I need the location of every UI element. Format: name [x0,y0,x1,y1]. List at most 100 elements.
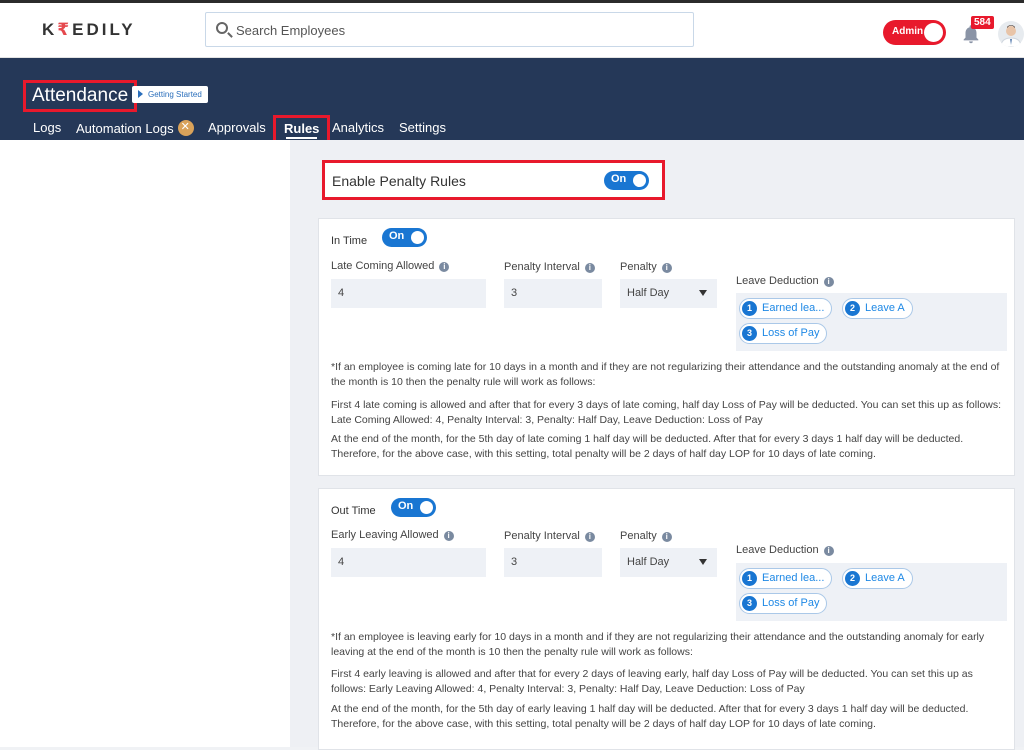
out-time-note-example: *If an employee is leaving early for 10 … [331,631,985,658]
info-icon[interactable]: i [584,263,595,273]
toggle-state-label: On [611,173,627,185]
info-icon[interactable]: i [823,546,834,556]
penalty-select[interactable]: Half Day [620,279,717,308]
tab-logs[interactable]: Logs [33,120,61,135]
leave-chip[interactable]: 3 Loss of Pay [739,593,828,614]
leave-deduction-label: Leave Deduction i [736,544,834,556]
tab-bar: Logs Automation Logs Approvals Rules Ana… [0,115,600,145]
late-coming-allowed-input[interactable]: 4 [331,279,486,308]
chip-label: Earned lea... [762,302,825,314]
chip-order-number: 3 [742,596,757,611]
search-icon [216,22,228,34]
chip-label: Loss of Pay [762,327,820,339]
toggle-knob [420,501,433,514]
label-text: Penalty Interval [504,530,580,542]
chip-label: Loss of Pay [762,597,820,609]
page-banner: Attendance Getting Started Logs Automati… [0,58,1024,145]
tab-approvals[interactable]: Approvals [208,120,266,135]
in-time-note-example: *If an employee is coming late for 10 da… [331,361,1000,388]
search-employees-input[interactable] [236,19,676,41]
logo-text-k: K [42,20,58,39]
page-title: Attendance [23,80,138,112]
late-coming-allowed-label: Late Coming Allowed i [331,260,450,272]
leave-chip[interactable]: 1 Earned lea... [739,298,833,319]
info-icon[interactable]: i [443,531,454,541]
info-icon[interactable]: i [584,532,595,542]
info-icon[interactable]: i [439,262,450,272]
penalty-selected-value: Half Day [627,287,670,299]
chip-order-number: 3 [742,326,757,341]
chip-label: Leave A [865,572,905,584]
info-icon[interactable]: i [661,532,672,542]
admin-toggle-label: Admin [892,26,924,37]
label-text: Penalty [620,530,657,542]
out-time-note-result: At the end of the month, for the 5th day… [331,703,969,730]
in-time-toggle[interactable]: On [382,228,427,247]
info-icon[interactable]: i [823,277,834,287]
leave-chip[interactable]: 1 Earned lea... [739,568,833,589]
app-header: K₹EDILY Admin 584 [0,3,1024,58]
out-time-toggle[interactable]: On [391,498,436,517]
penalty-selected-value: Half Day [627,556,670,568]
label-text: Penalty [620,261,657,273]
search-box[interactable] [205,12,694,47]
enable-penalty-label: Enable Penalty Rules [332,173,466,189]
leave-chip[interactable]: 3 Loss of Pay [739,323,828,344]
toggle-state-label: On [389,230,405,242]
chip-order-number: 2 [845,571,860,586]
notification-badge: 584 [971,16,994,29]
out-time-card: Out Time On Early Leaving Allowed i 4 Pen… [318,488,1015,750]
leave-deduction-chips[interactable]: 1 Earned lea... 2 Leave A 3 Loss of Pay [736,293,1007,351]
tab-automation-logs[interactable]: Automation Logs [76,120,194,136]
penalty-interval-label: Penalty Interval i [504,261,595,273]
label-text: Penalty Interval [504,261,580,273]
leave-deduction-label: Leave Deduction i [736,275,834,287]
logo-rupee: ₹ [57,20,73,39]
label-text: Leave Deduction [736,275,819,287]
penalty-label: Penalty i [620,530,672,542]
early-leaving-allowed-label: Early Leaving Allowed i [331,529,454,541]
tab-rules-label: Rules [284,121,320,136]
enable-penalty-rules-row: Enable Penalty Rules On [322,160,665,200]
label-text: Leave Deduction [736,544,819,556]
chip-order-number: 2 [845,301,860,316]
play-icon [138,90,143,98]
leave-chip[interactable]: 2 Leave A [842,298,913,319]
toggle-state-label: On [398,500,414,512]
info-icon[interactable]: i [661,263,672,273]
penalty-interval-input[interactable]: 3 [504,279,602,308]
admin-toggle-knob [924,23,943,42]
getting-started-label: Getting Started [148,90,202,99]
in-time-card: In Time On Late Coming Allowed i 4 Penalt… [318,218,1015,476]
kredily-logo[interactable]: K₹EDILY [42,20,136,40]
leave-deduction-chips[interactable]: 1 Earned lea... 2 Leave A 3 Loss of Pay [736,563,1007,621]
early-leaving-allowed-input[interactable]: 4 [331,548,486,577]
getting-started-button[interactable]: Getting Started [132,86,208,103]
out-time-note-setup: First 4 early leaving is allowed and aft… [331,668,973,695]
automation-tools-icon [177,120,194,136]
admin-toggle[interactable]: Admin [883,20,946,45]
enable-penalty-toggle[interactable]: On [604,171,649,190]
penalty-select[interactable]: Half Day [620,548,717,577]
tab-analytics[interactable]: Analytics [332,120,384,135]
in-time-title: In Time [331,235,368,247]
avatar-person-icon [1000,25,1022,47]
penalty-interval-label: Penalty Interval i [504,530,595,542]
penalty-interval-input[interactable]: 3 [504,548,602,577]
in-time-note-setup: First 4 late coming is allowed and after… [331,399,1002,426]
logo-text-edily: EDILY [72,20,136,39]
tab-settings[interactable]: Settings [399,120,446,135]
leave-chip[interactable]: 2 Leave A [842,568,913,589]
user-avatar[interactable] [998,21,1024,47]
penalty-label: Penalty i [620,261,672,273]
toggle-knob [633,174,646,187]
in-time-note-result: At the end of the month, for the 5th day… [331,433,964,460]
label-text: Late Coming Allowed [331,260,435,272]
active-tab-underline [286,137,318,139]
chip-label: Leave A [865,302,905,314]
out-time-title: Out Time [331,505,376,517]
label-text: Early Leaving Allowed [331,529,439,541]
chip-order-number: 1 [742,571,757,586]
caret-down-icon [699,559,707,565]
caret-down-icon [699,290,707,296]
